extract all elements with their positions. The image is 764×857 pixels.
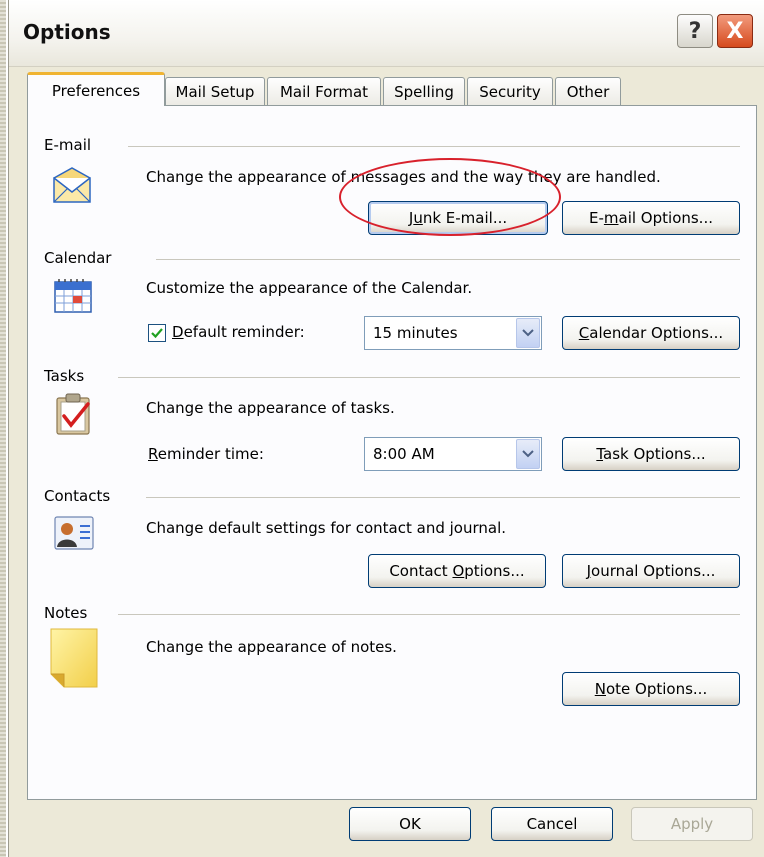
label-accelerator: T xyxy=(596,445,604,463)
contact-card-icon xyxy=(54,516,94,554)
label-part: ail Options... xyxy=(618,209,713,227)
tab-strip: Preferences Mail Setup Mail Format Spell… xyxy=(27,72,757,106)
tab-label: Spelling xyxy=(394,82,454,101)
section-divider xyxy=(156,259,740,260)
section-divider xyxy=(128,146,740,147)
email-options-button[interactable]: E-mail Options... xyxy=(562,201,740,235)
section-divider xyxy=(146,497,740,498)
label-part: ask Options... xyxy=(603,445,706,463)
tab-security[interactable]: Security xyxy=(467,77,553,105)
notes-section-heading: Notes xyxy=(44,604,88,622)
tab-label: Security xyxy=(479,82,541,101)
email-section-heading: E-mail xyxy=(44,136,92,154)
notes-description: Change the appearance of notes. xyxy=(146,638,397,656)
calendar-icon xyxy=(54,278,92,318)
label-accelerator: O xyxy=(452,562,465,580)
label-part: E- xyxy=(589,209,604,227)
task-icon xyxy=(54,392,94,440)
label-part: alendar Options... xyxy=(589,324,724,342)
contacts-section-heading: Contacts xyxy=(44,487,111,505)
background-window-edge xyxy=(0,0,6,857)
button-label: Journal Options... xyxy=(587,562,716,580)
calendar-options-button[interactable]: Calendar Options... xyxy=(562,316,740,350)
button-label: OK xyxy=(399,815,421,833)
tab-label: Mail Setup xyxy=(175,82,255,101)
title-bar[interactable]: Options ? X xyxy=(9,0,764,67)
label-part: ptions... xyxy=(464,562,525,580)
label-accelerator: R xyxy=(148,445,158,463)
button-label: Cancel xyxy=(526,815,578,833)
help-icon: ? xyxy=(688,18,702,44)
tab-label: Mail Format xyxy=(279,82,369,101)
window-title: Options xyxy=(23,20,111,44)
label-part: ote Options... xyxy=(605,680,708,698)
label-accelerator: u xyxy=(413,209,423,227)
label-part: Contact xyxy=(389,562,453,580)
contact-options-button[interactable]: Contact Options... xyxy=(368,554,546,588)
default-reminder-checkbox[interactable] xyxy=(148,324,166,342)
checkmark-icon xyxy=(151,328,163,339)
preferences-panel: E-mail Change the appearance of messages… xyxy=(27,105,757,800)
help-button[interactable]: ? xyxy=(677,14,713,48)
button-label: Task Options... xyxy=(596,445,705,463)
tab-mail-setup[interactable]: Mail Setup xyxy=(165,77,265,105)
close-icon: X xyxy=(726,18,744,44)
note-icon xyxy=(50,628,98,692)
label-accelerator: m xyxy=(603,209,619,227)
task-options-button[interactable]: Task Options... xyxy=(562,437,740,471)
section-divider xyxy=(118,377,740,378)
label-part: efault reminder: xyxy=(183,323,305,341)
reminder-time-label: Reminder time: xyxy=(148,445,264,463)
tasks-section-heading: Tasks xyxy=(44,367,85,385)
contacts-description: Change default settings for contact and … xyxy=(146,519,506,537)
button-label: Calendar Options... xyxy=(579,324,723,342)
button-label: Junk E-mail... xyxy=(409,209,507,227)
select-value: 8:00 AM xyxy=(373,445,435,463)
note-options-button[interactable]: Note Options... xyxy=(562,672,740,706)
dropdown-arrow-icon[interactable] xyxy=(516,439,540,469)
reminder-time-select[interactable]: 8:00 AM xyxy=(364,437,542,471)
label-part: nk E-mail... xyxy=(422,209,508,227)
tab-other[interactable]: Other xyxy=(555,77,621,105)
tab-label: Preferences xyxy=(51,81,141,100)
default-reminder-label: Default reminder: xyxy=(172,323,305,341)
label-accelerator: D xyxy=(172,323,184,341)
tab-preferences[interactable]: Preferences xyxy=(27,72,165,106)
close-button[interactable]: X xyxy=(717,14,753,48)
label-part: ournal Options... xyxy=(591,562,716,580)
calendar-description: Customize the appearance of the Calendar… xyxy=(146,279,473,297)
journal-options-button[interactable]: Journal Options... xyxy=(562,554,740,588)
label-part: eminder time: xyxy=(157,445,264,463)
dropdown-arrow-icon[interactable] xyxy=(516,318,540,348)
section-divider xyxy=(118,614,740,615)
select-value: 15 minutes xyxy=(373,324,458,342)
button-label: Contact Options... xyxy=(389,562,524,580)
calendar-section-heading: Calendar xyxy=(44,249,112,267)
apply-button[interactable]: Apply xyxy=(631,807,753,841)
email-description: Change the appearance of messages and th… xyxy=(146,168,661,186)
cancel-button[interactable]: Cancel xyxy=(491,807,613,841)
junk-email-button[interactable]: Junk E-mail... xyxy=(368,201,548,235)
label-accelerator: N xyxy=(594,680,606,698)
button-label: E-mail Options... xyxy=(589,209,713,227)
default-reminder-select[interactable]: 15 minutes xyxy=(364,316,542,350)
label-accelerator: C xyxy=(578,324,590,342)
tab-label: Other xyxy=(566,82,610,101)
envelope-icon xyxy=(52,166,92,210)
button-label: Apply xyxy=(670,815,714,833)
options-dialog: Options ? X Preferences Mail Setup Mail … xyxy=(8,0,764,857)
tasks-description: Change the appearance of tasks. xyxy=(146,399,395,417)
button-label: Note Options... xyxy=(595,680,707,698)
ok-button[interactable]: OK xyxy=(349,807,471,841)
tab-mail-format[interactable]: Mail Format xyxy=(267,77,381,105)
tab-spelling[interactable]: Spelling xyxy=(383,77,465,105)
